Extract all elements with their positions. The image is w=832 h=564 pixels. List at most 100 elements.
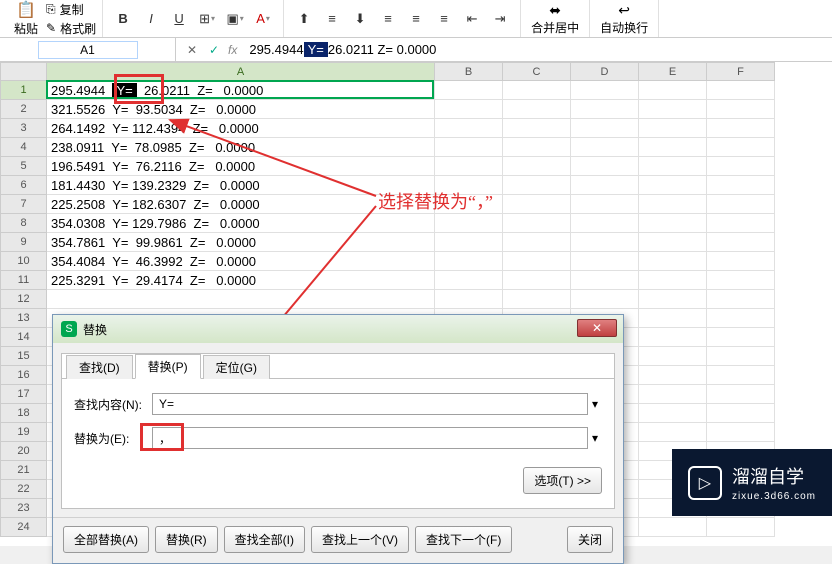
- cell[interactable]: [639, 119, 707, 138]
- cell[interactable]: [435, 81, 503, 100]
- cell[interactable]: [707, 290, 775, 309]
- cell[interactable]: [571, 157, 639, 176]
- align-center-button[interactable]: ≡: [403, 8, 429, 30]
- cell[interactable]: [435, 119, 503, 138]
- cell[interactable]: [707, 157, 775, 176]
- find-dropdown-icon[interactable]: ▾: [588, 397, 602, 411]
- row-header[interactable]: 21: [1, 461, 47, 480]
- cell[interactable]: [435, 214, 503, 233]
- cell[interactable]: [707, 100, 775, 119]
- cell[interactable]: [435, 138, 503, 157]
- col-header-D[interactable]: D: [571, 63, 639, 81]
- row-header[interactable]: 6: [1, 176, 47, 195]
- cell[interactable]: [707, 81, 775, 100]
- cell[interactable]: [639, 81, 707, 100]
- cell[interactable]: [639, 214, 707, 233]
- row-header[interactable]: 18: [1, 404, 47, 423]
- cell[interactable]: [503, 195, 571, 214]
- cell[interactable]: [571, 81, 639, 100]
- cell[interactable]: [639, 138, 707, 157]
- bold-button[interactable]: B: [110, 8, 136, 30]
- cell[interactable]: [503, 138, 571, 157]
- cell[interactable]: [503, 214, 571, 233]
- cell[interactable]: [707, 423, 775, 442]
- cell[interactable]: [571, 252, 639, 271]
- row-header[interactable]: 16: [1, 366, 47, 385]
- row-header[interactable]: 24: [1, 518, 47, 537]
- cell[interactable]: [47, 290, 435, 309]
- row-header[interactable]: 2: [1, 100, 47, 119]
- find-all-button[interactable]: 查找全部(I): [224, 526, 305, 553]
- row-header[interactable]: 8: [1, 214, 47, 233]
- align-top-button[interactable]: ⬆: [291, 8, 317, 30]
- copy-button[interactable]: ⎘ 复制: [46, 1, 96, 18]
- select-all-corner[interactable]: [1, 63, 47, 81]
- cell[interactable]: 238.0911 Y= 78.0985 Z= 0.0000: [47, 138, 435, 157]
- cell[interactable]: [707, 252, 775, 271]
- col-header-A[interactable]: A: [47, 63, 435, 81]
- cell[interactable]: [639, 328, 707, 347]
- row-header[interactable]: 17: [1, 385, 47, 404]
- cell[interactable]: [503, 100, 571, 119]
- confirm-edit-button[interactable]: ✓: [206, 42, 222, 58]
- row-header[interactable]: 3: [1, 119, 47, 138]
- cell[interactable]: [435, 233, 503, 252]
- cell[interactable]: [639, 100, 707, 119]
- cell[interactable]: [707, 195, 775, 214]
- auto-wrap-button[interactable]: ↩ 自动换行: [596, 2, 652, 36]
- cell[interactable]: [707, 119, 775, 138]
- cell[interactable]: [707, 518, 775, 537]
- cell[interactable]: [435, 271, 503, 290]
- row-header[interactable]: 4: [1, 138, 47, 157]
- cell[interactable]: [639, 518, 707, 537]
- name-box[interactable]: A1: [38, 41, 138, 59]
- row-header[interactable]: 7: [1, 195, 47, 214]
- cell[interactable]: [503, 81, 571, 100]
- cell[interactable]: [639, 290, 707, 309]
- cell[interactable]: [707, 138, 775, 157]
- align-bottom-button[interactable]: ⬇: [347, 8, 373, 30]
- find-content-input[interactable]: [152, 393, 588, 415]
- cell[interactable]: 225.2508 Y= 182.6307 Z= 0.0000: [47, 195, 435, 214]
- cell[interactable]: [435, 157, 503, 176]
- align-right-button[interactable]: ≡: [431, 8, 457, 30]
- cell[interactable]: [503, 176, 571, 195]
- row-header[interactable]: 12: [1, 290, 47, 309]
- cell[interactable]: 295.4944 Y= 26.0211 Z= 0.0000: [47, 81, 435, 100]
- cell[interactable]: [571, 195, 639, 214]
- row-header[interactable]: 19: [1, 423, 47, 442]
- cell[interactable]: 225.3291 Y= 29.4174 Z= 0.0000: [47, 271, 435, 290]
- underline-button[interactable]: U: [166, 8, 192, 30]
- cell[interactable]: 181.4430 Y= 139.2329 Z= 0.0000: [47, 176, 435, 195]
- cell[interactable]: [503, 233, 571, 252]
- find-prev-button[interactable]: 查找上一个(V): [311, 526, 409, 553]
- cell[interactable]: [435, 252, 503, 271]
- cell[interactable]: [707, 366, 775, 385]
- cell[interactable]: [707, 176, 775, 195]
- row-header[interactable]: 10: [1, 252, 47, 271]
- replace-all-button[interactable]: 全部替换(A): [63, 526, 149, 553]
- cell[interactable]: [707, 309, 775, 328]
- fx-icon[interactable]: fx: [228, 43, 237, 57]
- replace-dropdown-icon[interactable]: ▾: [588, 431, 602, 445]
- cell[interactable]: [639, 176, 707, 195]
- merge-center-button[interactable]: ⬌ 合并居中: [527, 2, 583, 36]
- cell[interactable]: [707, 347, 775, 366]
- tab-find[interactable]: 查找(D): [66, 355, 133, 379]
- cell[interactable]: [503, 252, 571, 271]
- italic-button[interactable]: I: [138, 8, 164, 30]
- replace-button[interactable]: 替换(R): [155, 526, 218, 553]
- cell[interactable]: [503, 290, 571, 309]
- cell[interactable]: [639, 366, 707, 385]
- cell[interactable]: [435, 290, 503, 309]
- cell[interactable]: [639, 347, 707, 366]
- cell[interactable]: [707, 214, 775, 233]
- cell[interactable]: [571, 214, 639, 233]
- format-painter-button[interactable]: ✎ 格式刷: [46, 20, 96, 37]
- row-header[interactable]: 1: [1, 81, 47, 100]
- row-header[interactable]: 13: [1, 309, 47, 328]
- close-button[interactable]: 关闭: [567, 526, 613, 553]
- cell[interactable]: [707, 233, 775, 252]
- replace-with-input[interactable]: [152, 427, 588, 449]
- row-header[interactable]: 22: [1, 480, 47, 499]
